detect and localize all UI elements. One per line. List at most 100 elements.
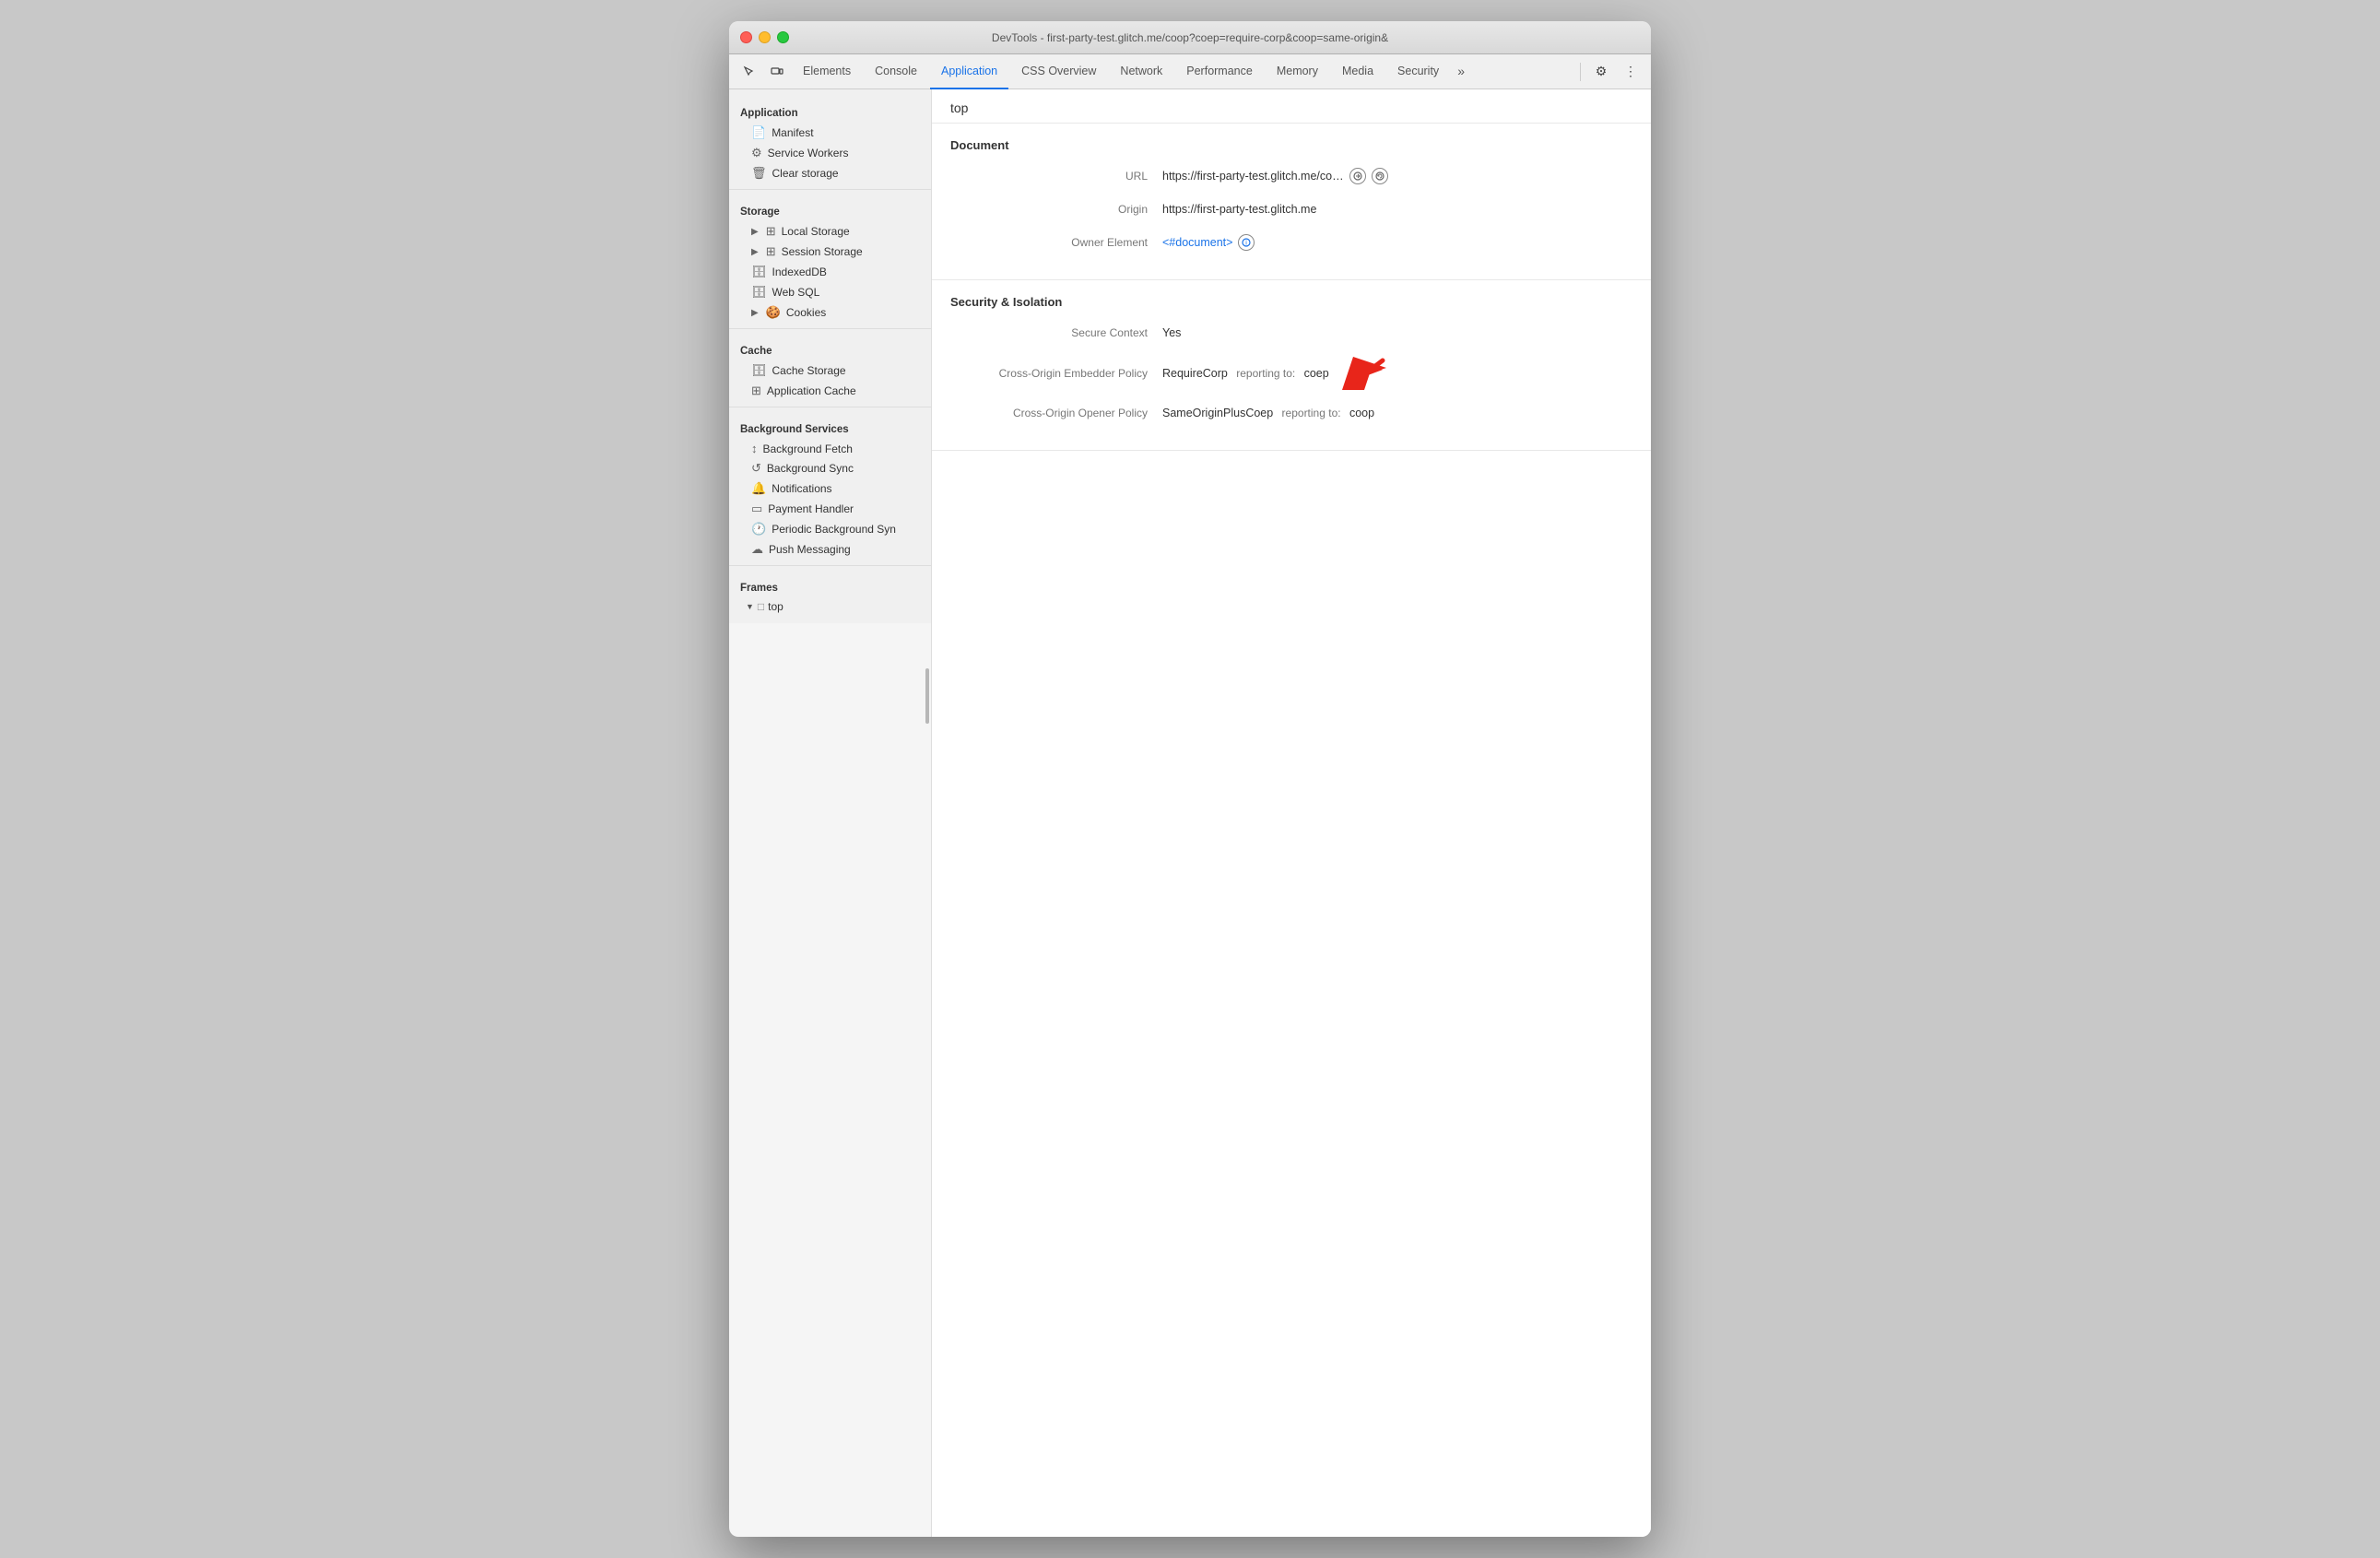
- device-toolbar-button[interactable]: [764, 59, 790, 85]
- session-storage-arrow-icon: ▶: [751, 247, 759, 257]
- sidebar-scrollbar[interactable]: [924, 89, 931, 1537]
- more-options-button[interactable]: ⋮: [1618, 59, 1644, 85]
- coep-reporting-label: reporting to:: [1233, 367, 1299, 380]
- sidebar-item-push-messaging[interactable]: ☁ Push Messaging: [729, 539, 931, 560]
- tab-elements[interactable]: Elements: [792, 54, 862, 89]
- sidebar-item-clear-storage[interactable]: 🗑 Clear storage: [729, 163, 931, 183]
- sidebar-item-web-sql[interactable]: 🗄 Web SQL: [729, 282, 931, 302]
- coop-reporting-label: reporting to:: [1278, 407, 1344, 419]
- settings-button[interactable]: ⚙: [1588, 59, 1614, 85]
- sidebar-item-notifications[interactable]: 🔔 Notifications: [729, 478, 931, 499]
- owner-element-link[interactable]: <#document>: [1162, 236, 1232, 249]
- url-value: https://first-party-test.glitch.me/co…: [1162, 168, 1388, 184]
- secure-context-label: Secure Context: [950, 326, 1162, 339]
- owner-element-info-icon[interactable]: i: [1238, 234, 1255, 251]
- sidebar-item-cookies[interactable]: ▶ 🍪 Cookies: [729, 302, 931, 323]
- main-layout: Application 📄 Manifest ⚙ Service Workers…: [729, 89, 1651, 1537]
- url-link-icon[interactable]: [1349, 168, 1366, 184]
- sidebar-item-service-workers[interactable]: ⚙ Service Workers: [729, 143, 931, 163]
- clear-storage-icon: 🗑: [751, 166, 767, 181]
- indexeddb-icon: 🗄: [751, 265, 767, 279]
- sidebar-item-periodic-background-sync[interactable]: 🕐 Periodic Background Syn: [729, 519, 931, 539]
- security-section: Security & Isolation Secure Context Yes …: [932, 280, 1651, 451]
- sidebar-item-session-storage[interactable]: ▶ ⊞ Session Storage: [729, 242, 931, 262]
- session-storage-icon: ⊞: [766, 244, 776, 259]
- manifest-icon: 📄: [751, 125, 766, 140]
- page-title: top: [950, 100, 1632, 115]
- close-button[interactable]: [740, 31, 752, 43]
- top-frame-arrow-icon: ▼: [746, 602, 754, 611]
- coep-reporting-value: coep: [1304, 367, 1329, 380]
- sidebar-item-local-storage[interactable]: ▶ ⊞ Local Storage: [729, 221, 931, 242]
- window-title: DevTools - first-party-test.glitch.me/co…: [992, 31, 1388, 44]
- coep-field-row: Cross-Origin Embedder Policy RequireCorp…: [950, 355, 1632, 391]
- tab-console[interactable]: Console: [864, 54, 928, 89]
- divider-4: [729, 565, 931, 566]
- origin-value: https://first-party-test.glitch.me: [1162, 203, 1316, 216]
- minimize-button[interactable]: [759, 31, 771, 43]
- coop-field-row: Cross-Origin Opener Policy SameOriginPlu…: [950, 402, 1632, 424]
- tab-performance[interactable]: Performance: [1175, 54, 1264, 89]
- divider-2: [729, 328, 931, 329]
- url-label: URL: [950, 170, 1162, 183]
- origin-label: Origin: [950, 203, 1162, 216]
- toolbar-separator: [1580, 63, 1581, 81]
- tab-memory[interactable]: Memory: [1266, 54, 1329, 89]
- content-header: top: [932, 89, 1651, 124]
- sidebar-section-storage: Storage: [729, 195, 931, 221]
- application-cache-icon: ⊞: [751, 384, 761, 398]
- content-area: top Document URL https://first-party-tes…: [932, 89, 1651, 1537]
- secure-context-value: Yes: [1162, 326, 1181, 339]
- red-arrow-annotation: [1342, 357, 1386, 393]
- document-section: Document URL https://first-party-test.gl…: [932, 124, 1651, 280]
- coep-value: RequireCorp reporting to: coep: [1162, 355, 1386, 391]
- traffic-lights: [740, 31, 789, 43]
- url-field-row: URL https://first-party-test.glitch.me/c…: [950, 165, 1632, 187]
- web-sql-icon: 🗄: [751, 285, 767, 300]
- owner-element-label: Owner Element: [950, 236, 1162, 249]
- inspect-element-button[interactable]: [736, 59, 762, 85]
- coop-reporting-value: coop: [1349, 407, 1374, 419]
- tab-media[interactable]: Media: [1331, 54, 1384, 89]
- cache-storage-icon: 🗄: [751, 363, 767, 378]
- toolbar-right: ⚙ ⋮: [1576, 59, 1644, 85]
- cookies-icon: 🍪: [766, 305, 781, 320]
- cookies-arrow-icon: ▶: [751, 308, 759, 318]
- tab-network[interactable]: Network: [1109, 54, 1173, 89]
- notifications-icon: 🔔: [751, 481, 766, 496]
- tab-css-overview[interactable]: CSS Overview: [1010, 54, 1107, 89]
- background-fetch-icon: ↕: [751, 442, 758, 455]
- sidebar-item-cache-storage[interactable]: 🗄 Cache Storage: [729, 360, 931, 381]
- coop-label: Cross-Origin Opener Policy: [950, 407, 1162, 419]
- coop-value: SameOriginPlusCoep reporting to: coop: [1162, 407, 1374, 419]
- payment-handler-icon: ▭: [751, 502, 762, 516]
- maximize-button[interactable]: [777, 31, 789, 43]
- service-workers-icon: ⚙: [751, 146, 762, 160]
- sidebar-section-cache: Cache: [729, 335, 931, 360]
- tab-application[interactable]: Application: [930, 54, 1008, 89]
- sidebar-item-indexeddb[interactable]: 🗄 IndexedDB: [729, 262, 931, 282]
- local-storage-arrow-icon: ▶: [751, 227, 759, 237]
- periodic-background-sync-icon: 🕐: [751, 522, 766, 537]
- sidebar-section-background-services: Background Services: [729, 413, 931, 439]
- titlebar: DevTools - first-party-test.glitch.me/co…: [729, 21, 1651, 54]
- security-section-title: Security & Isolation: [950, 295, 1632, 309]
- top-frame-folder-icon: □: [758, 600, 764, 613]
- sidebar-item-background-fetch[interactable]: ↕ Background Fetch: [729, 439, 931, 458]
- sidebar-item-payment-handler[interactable]: ▭ Payment Handler: [729, 499, 931, 519]
- toolbar: Elements Console Application CSS Overvie…: [729, 54, 1651, 89]
- sidebar: Application 📄 Manifest ⚙ Service Workers…: [729, 89, 932, 623]
- sidebar-item-background-sync[interactable]: ↺ Background Sync: [729, 458, 931, 478]
- sidebar-section-application: Application: [729, 97, 931, 123]
- document-section-title: Document: [950, 138, 1632, 152]
- tab-security[interactable]: Security: [1386, 54, 1450, 89]
- more-tabs-button[interactable]: »: [1452, 54, 1470, 89]
- secure-context-field-row: Secure Context Yes: [950, 322, 1632, 344]
- url-reload-icon[interactable]: [1372, 168, 1388, 184]
- sidebar-section-frames: Frames: [729, 572, 931, 597]
- devtools-window: DevTools - first-party-test.glitch.me/co…: [729, 21, 1651, 1537]
- sidebar-item-manifest[interactable]: 📄 Manifest: [729, 123, 931, 143]
- sidebar-item-top-frame[interactable]: ▼ □ top: [729, 597, 931, 616]
- sidebar-item-application-cache[interactable]: ⊞ Application Cache: [729, 381, 931, 401]
- origin-field-row: Origin https://first-party-test.glitch.m…: [950, 198, 1632, 220]
